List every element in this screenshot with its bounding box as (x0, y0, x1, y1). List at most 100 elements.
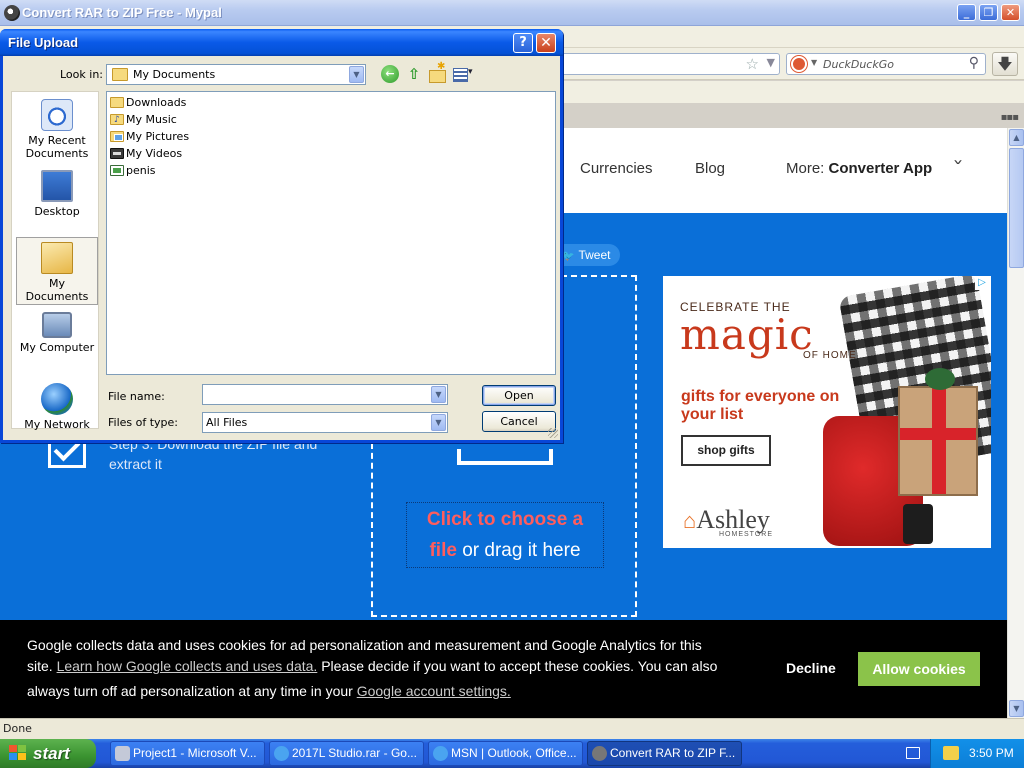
chevron-down-icon[interactable]: ▼ (431, 414, 446, 431)
mug-image (903, 504, 933, 544)
file-label: My Music (126, 113, 177, 126)
cookie-line-2-pre: site. (27, 658, 53, 674)
scroll-up-icon[interactable]: ▲ (1009, 129, 1024, 146)
scroll-thumb[interactable] (1009, 148, 1024, 268)
upload-box-icon (457, 449, 553, 465)
search-icon[interactable]: ⚲ (969, 55, 979, 71)
cookie-line-2-post: Please decide if you want to accept thes… (321, 658, 718, 674)
downloads-button[interactable]: 🡇 (992, 52, 1018, 76)
tray-app-icon[interactable] (943, 746, 959, 760)
list-item[interactable]: penis (109, 162, 156, 179)
file-list[interactable]: Downloads My Music My Pictures My Videos… (106, 91, 556, 375)
address-dropdown-icon[interactable]: ▼ (767, 56, 775, 69)
choose-file-link[interactable]: Click to choose a file or drag it here (406, 502, 604, 568)
list-item[interactable]: My Pictures (109, 128, 189, 145)
vertical-scrollbar[interactable]: ▲ ▼ (1007, 128, 1024, 718)
learn-more-link[interactable]: Learn how Google collects and uses data. (57, 658, 318, 674)
task-project1-label: Project1 - Microsoft V... (133, 746, 257, 760)
status-text: Done (3, 722, 32, 735)
up-folder-icon[interactable]: ⇧ (405, 65, 423, 84)
task-convert-rar-label: Convert RAR to ZIP F... (610, 746, 736, 760)
my-computer-icon (42, 312, 72, 338)
look-in-dropdown[interactable]: My Documents ▼ (106, 64, 366, 85)
ashley-roof-icon: ⌂ (683, 508, 697, 533)
task-msn-label: MSN | Outlook, Office... (451, 746, 577, 760)
place-label: My Documents (25, 277, 89, 303)
keyboard-icon[interactable] (906, 747, 920, 759)
bookmark-star-icon[interactable]: ☆ (746, 55, 759, 73)
resize-grip[interactable] (548, 428, 558, 438)
dialog-title: File Upload (8, 35, 79, 50)
account-settings-link[interactable]: Google account settings. (357, 683, 511, 699)
chevron-down-icon[interactable]: ▼ (349, 66, 364, 83)
desktop-icon (41, 170, 73, 202)
videos-folder-icon (110, 148, 124, 159)
nav-more[interactable]: More: Converter App (786, 160, 932, 177)
chevron-down-icon[interactable]: ▼ (431, 386, 446, 403)
place-desktop[interactable]: Desktop (16, 166, 98, 234)
cookie-line-3: always turn off ad personalization at an… (27, 683, 511, 699)
ie-icon (274, 746, 289, 761)
cookie-banner: Google collects data and uses cookies fo… (0, 620, 1007, 718)
dialog-close-button[interactable]: ✕ (536, 33, 556, 53)
help-button[interactable]: ? (513, 33, 533, 53)
nav-blog[interactable]: Blog (695, 160, 725, 177)
list-item[interactable]: Downloads (109, 94, 186, 111)
restore-button[interactable]: ❐ (979, 4, 998, 21)
allow-cookies-button[interactable]: Allow cookies (858, 652, 980, 686)
search-placeholder: DuckDuckGo (823, 58, 894, 71)
ad-magic-text: magic (680, 310, 814, 359)
places-bar: My Recent Documents Desktop My Documents… (11, 91, 99, 431)
task-msn[interactable]: MSN | Outlook, Office... (428, 741, 583, 766)
cookie-line-2: site. Learn how Google collects and uses… (27, 658, 717, 674)
adchoices-icon[interactable]: ▷ (975, 276, 989, 290)
task-studio-rar[interactable]: 2017L Studio.rar - Go... (269, 741, 424, 766)
place-my-computer[interactable]: My Computer (16, 308, 98, 376)
place-label: My Computer (19, 341, 95, 354)
search-engine-dropdown-icon[interactable]: ▼ (811, 58, 817, 67)
views-menu-icon[interactable] (452, 65, 476, 83)
ashley-homestore: HOMESTORE (719, 531, 773, 538)
close-window-button[interactable]: ✕ (1001, 4, 1020, 21)
scroll-down-icon[interactable]: ▼ (1009, 700, 1024, 717)
ad-of-home-text: OF HOME (803, 350, 857, 361)
cancel-button[interactable]: Cancel (482, 411, 556, 432)
nav-more-label: More: (786, 160, 825, 177)
chevron-down-icon[interactable]: ˅ (952, 158, 964, 177)
back-icon[interactable]: ← (381, 65, 399, 83)
clock[interactable]: 3:50 PM (969, 746, 1014, 760)
file-name-input[interactable]: ▼ (202, 384, 448, 405)
open-button[interactable]: Open (482, 385, 556, 406)
file-label: penis (126, 164, 156, 177)
browser-titlebar: Convert RAR to ZIP Free - Mypal _ ❐ ✕ (0, 0, 1024, 26)
decline-button[interactable]: Decline (786, 660, 836, 676)
start-button[interactable]: start (0, 739, 96, 768)
search-box[interactable]: ▼ DuckDuckGo ⚲ (786, 53, 986, 75)
file-type-select[interactable]: All Files ▼ (202, 412, 448, 433)
duckduckgo-icon[interactable] (791, 56, 807, 72)
list-item[interactable]: My Videos (109, 145, 182, 162)
advertisement[interactable]: ▷ CELEBRATE THE magic OF HOME gifts for … (663, 276, 991, 548)
new-folder-icon[interactable] (428, 61, 446, 83)
place-my-documents[interactable]: My Documents (16, 237, 98, 305)
place-label: My Recent Documents (25, 134, 89, 160)
task-project1[interactable]: Project1 - Microsoft V... (110, 741, 265, 766)
my-documents-icon (41, 242, 73, 274)
address-bar[interactable]: ☆ ▼ (560, 53, 780, 75)
minimize-button[interactable]: _ (957, 4, 976, 21)
shop-gifts-button[interactable]: shop gifts (681, 435, 771, 466)
look-in-value: My Documents (133, 68, 216, 81)
cookie-line-3-pre: always turn off ad personalization at an… (27, 683, 353, 699)
place-my-network[interactable]: My Network (16, 379, 98, 447)
list-item[interactable]: My Music (109, 111, 177, 129)
taskbar: start Project1 - Microsoft V... 2017L St… (0, 739, 1024, 768)
file-label: My Videos (126, 147, 183, 160)
dialog-titlebar[interactable]: File Upload ? ✕ (0, 29, 563, 56)
mypal-app-icon (4, 5, 20, 21)
place-recent-documents[interactable]: My Recent Documents (16, 95, 98, 163)
task-convert-rar[interactable]: Convert RAR to ZIP F... (587, 741, 742, 766)
file-name-label: File name: (108, 390, 165, 403)
nav-currencies[interactable]: Currencies (580, 160, 653, 177)
cookie-line-1: Google collects data and uses cookies fo… (27, 637, 702, 653)
folder-icon (112, 68, 128, 81)
